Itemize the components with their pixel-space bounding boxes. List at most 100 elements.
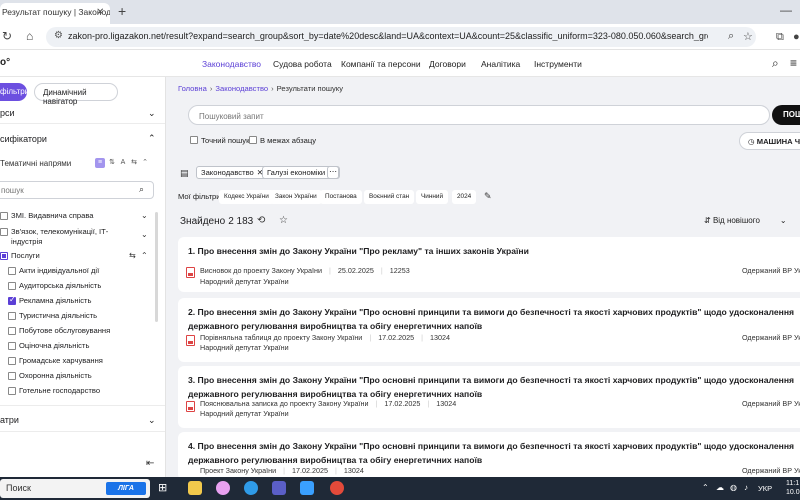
zoom-icon[interactable]: ⌕ xyxy=(728,30,734,43)
close-tab-icon[interactable]: ✕ xyxy=(96,7,104,18)
favorite-star-icon[interactable]: ☆ xyxy=(279,215,288,226)
home-icon[interactable]: ⌂ xyxy=(26,29,33,43)
result-card[interactable]: 3. Про внесення змін до Закону України "… xyxy=(178,366,800,428)
doc-author: Народний депутат України xyxy=(200,277,289,286)
section-resources[interactable]: рси xyxy=(0,108,15,118)
result-title[interactable]: 3. Про внесення змін до Закону України "… xyxy=(188,373,798,401)
input-language[interactable]: УКР xyxy=(758,484,772,493)
more-icon[interactable]: ⋯ xyxy=(327,166,339,179)
checkbox[interactable] xyxy=(8,372,16,380)
sort-dropdown[interactable]: ⇵ Від новішого ⌄ xyxy=(704,216,787,225)
chevron-down-icon[interactable]: ⌄ xyxy=(141,230,148,239)
result-title[interactable]: 4. Про внесення змін до Закону України "… xyxy=(188,439,798,467)
nav-analytics[interactable]: Аналітика xyxy=(481,59,520,69)
checkbox[interactable] xyxy=(0,252,8,260)
result-card[interactable]: 4. Про внесення змін до Закону України "… xyxy=(178,432,800,480)
facet-chip-legislation[interactable]: Законодавство ✕ xyxy=(196,166,269,179)
chrome-icon[interactable] xyxy=(330,481,344,495)
site-info-icon[interactable]: ⚙ xyxy=(54,30,63,41)
filters-sidebar: фільтри Динамічний навігатор рси ⌄ сифік… xyxy=(0,77,166,477)
search-button[interactable]: ПОШ xyxy=(772,105,800,125)
site-logo[interactable]: о° xyxy=(0,57,10,68)
checkbox[interactable] xyxy=(0,228,8,236)
result-title[interactable]: 1. Про внесення змін до Закону України "… xyxy=(188,244,798,258)
url-text[interactable]: zakon-pro.ligazakon.net/result?expand=se… xyxy=(68,31,708,41)
store-icon[interactable] xyxy=(300,481,314,495)
search-icon[interactable]: ⌕ xyxy=(772,56,779,71)
chevron-up-icon[interactable]: ⌃ xyxy=(141,251,148,260)
task-view-icon[interactable]: ⊞ xyxy=(158,481,167,494)
search-input[interactable] xyxy=(199,110,599,122)
nav-court[interactable]: Судова робота xyxy=(273,59,332,69)
section-classifiers[interactable]: сифікатори xyxy=(0,134,47,144)
chevron-up-icon[interactable]: ⌃ xyxy=(148,133,156,144)
teams-icon[interactable] xyxy=(272,481,286,495)
chevron-down-icon[interactable]: ⌄ xyxy=(148,415,156,426)
result-card[interactable]: 2. Про внесення змін до Закону України "… xyxy=(178,298,800,362)
address-bar[interactable]: ⚙ zakon-pro.ligazakon.net/result?expand=… xyxy=(46,27,756,47)
my-filter-chip[interactable]: Воєнний стан xyxy=(364,190,415,204)
my-filter-chip[interactable]: Чинний xyxy=(416,190,449,204)
checkbox[interactable] xyxy=(190,136,198,144)
checkbox[interactable] xyxy=(8,267,16,275)
nav-companies[interactable]: Компанії та персони xyxy=(341,59,421,69)
reload-icon[interactable]: ↻ xyxy=(2,29,12,43)
themes-label[interactable]: Тематичні напрями xyxy=(0,159,71,168)
my-filter-chip[interactable]: 2024 xyxy=(452,190,477,204)
breadcrumb-home[interactable]: Головна xyxy=(178,84,207,93)
checkbox[interactable] xyxy=(8,357,16,365)
clock[interactable]: 11:1 10.03.2 xyxy=(786,479,800,497)
time-machine-button[interactable]: ◷ МАШИНА ЧА xyxy=(739,132,800,150)
checkbox[interactable] xyxy=(8,312,16,320)
minimize-window-icon[interactable]: — xyxy=(780,3,792,17)
my-filter-chip[interactable]: Постанова xyxy=(320,190,362,204)
checkbox[interactable] xyxy=(8,387,16,395)
save-search-icon[interactable]: ⟲ xyxy=(257,215,265,226)
onedrive-icon[interactable]: ☁ xyxy=(716,483,724,492)
menu-icon[interactable]: ≡ xyxy=(790,56,797,70)
taskbar-search[interactable]: Поиск ЛІГА xyxy=(0,479,150,498)
chevron-down-icon[interactable]: ⌄ xyxy=(141,211,148,220)
nav-legislation[interactable]: Законодавство xyxy=(202,59,261,69)
select-all-icon[interactable]: ≡ xyxy=(95,158,105,168)
checkbox[interactable] xyxy=(8,295,16,305)
chevron-down-icon[interactable]: ⌄ xyxy=(148,108,156,119)
copilot-icon[interactable] xyxy=(216,481,230,495)
browser-tab[interactable]: Результат пошуку | Законодав ✕ xyxy=(0,3,110,24)
sidebar-scrollbar[interactable] xyxy=(155,212,158,322)
checkbox[interactable] xyxy=(8,327,16,335)
checkbox[interactable] xyxy=(8,342,16,350)
bookmark-star-icon[interactable]: ☆ xyxy=(743,30,753,43)
volume-icon[interactable]: ♪ xyxy=(744,483,748,492)
tray-expand-icon[interactable]: ⌃ xyxy=(702,483,709,492)
edit-icon[interactable]: ✎ xyxy=(484,191,492,202)
swap-icon[interactable]: ⇆ xyxy=(129,251,136,260)
alphabet-sort-icon[interactable]: А xyxy=(118,158,128,168)
extensions-icon[interactable]: ⧉ xyxy=(776,31,784,44)
network-icon[interactable]: ◍ xyxy=(730,483,737,492)
liga-logo: ЛІГА xyxy=(106,482,146,495)
dynamic-navigator-button[interactable]: Динамічний навігатор xyxy=(34,83,118,106)
chevron-up-icon[interactable]: ⌃ xyxy=(140,158,150,168)
collapse-sidebar-icon[interactable]: ⇤ xyxy=(146,458,154,469)
sort-icon[interactable]: ⇅ xyxy=(107,158,117,168)
file-explorer-icon[interactable] xyxy=(188,481,202,495)
classifier-search-input[interactable] xyxy=(1,184,121,196)
checkbox[interactable] xyxy=(249,136,257,144)
filters-button[interactable]: фільтри xyxy=(0,83,29,101)
checkbox[interactable] xyxy=(0,212,8,220)
search-icon[interactable]: ⌕ xyxy=(139,184,144,195)
result-card[interactable]: 1. Про внесення змін до Закону України "… xyxy=(178,237,800,292)
checkbox[interactable] xyxy=(8,282,16,290)
nav-contracts[interactable]: Договори xyxy=(429,59,466,69)
edge-icon[interactable] xyxy=(244,481,258,495)
section-other[interactable]: атри xyxy=(0,415,19,425)
swap-icon[interactable]: ⇆ xyxy=(129,158,139,168)
my-filter-chip[interactable]: Закон України xyxy=(270,190,322,204)
profile-icon[interactable]: ● xyxy=(793,31,800,43)
new-tab-icon[interactable]: + xyxy=(118,3,126,19)
result-title[interactable]: 2. Про внесення змін до Закону України "… xyxy=(188,305,798,333)
nav-tools[interactable]: Інструменти xyxy=(534,59,582,69)
breadcrumb-legislation[interactable]: Законодавство xyxy=(215,84,268,93)
my-filter-chip[interactable]: Кодекс України xyxy=(219,190,274,204)
